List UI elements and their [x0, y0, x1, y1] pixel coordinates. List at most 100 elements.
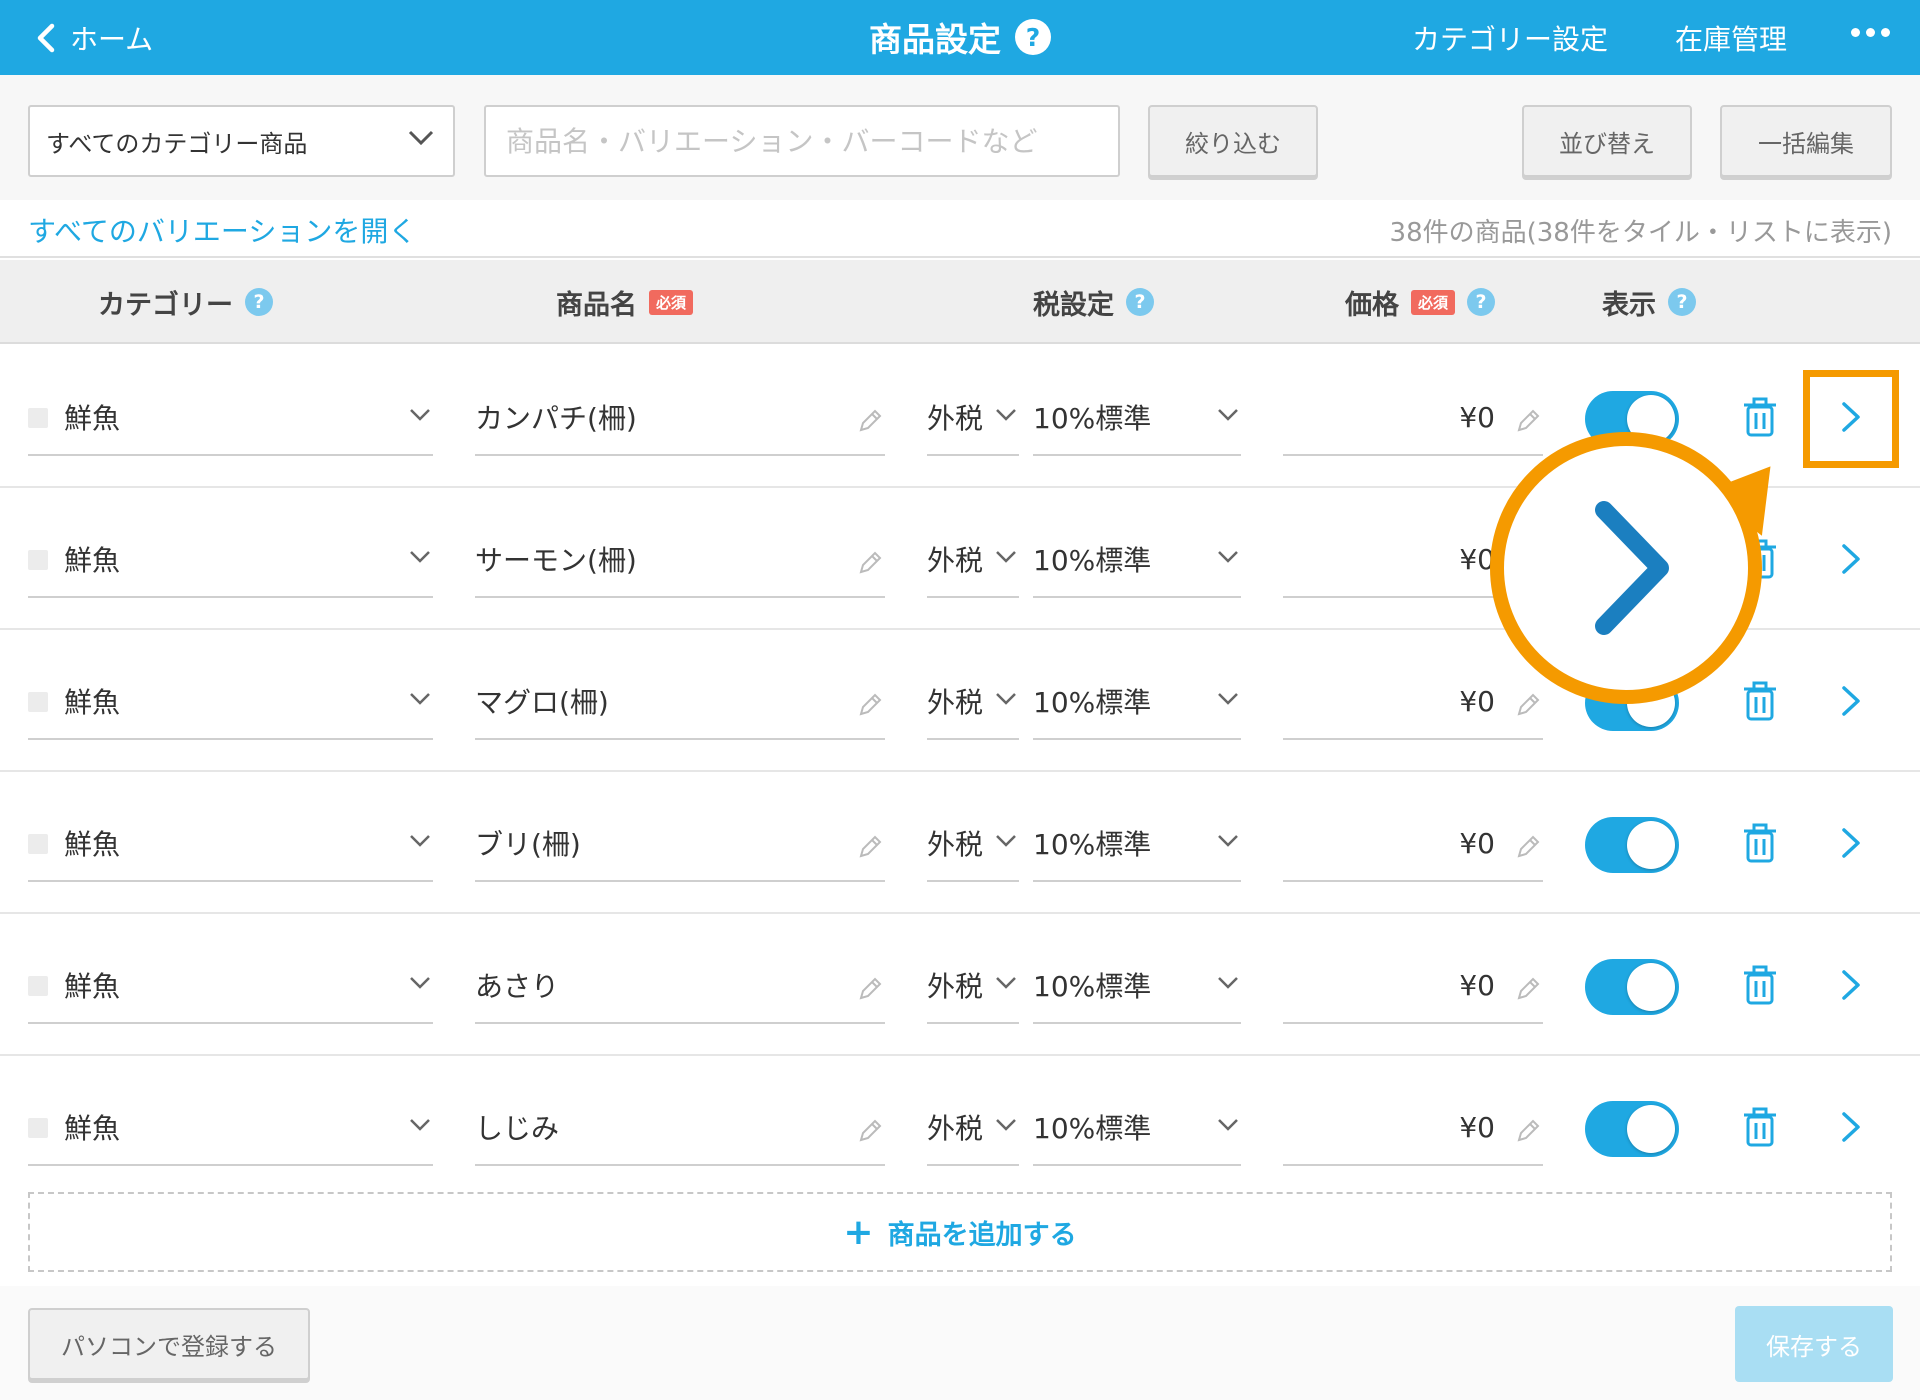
column-category: カテゴリー ? — [98, 260, 273, 344]
pencil-icon[interactable] — [1515, 1118, 1541, 1144]
tax-rate-dropdown[interactable]: 10%標準 — [1033, 1090, 1241, 1166]
category-dropdown[interactable]: 鮮魚 — [28, 380, 433, 456]
filter-button[interactable]: 絞り込む — [1148, 105, 1318, 177]
more-dots-icon[interactable] — [1851, 28, 1890, 37]
chevron-right-icon[interactable] — [1838, 400, 1864, 434]
price-field[interactable]: ¥0 — [1283, 664, 1543, 740]
price-field[interactable]: ¥0 — [1283, 1090, 1543, 1166]
pencil-icon[interactable] — [857, 408, 883, 434]
pencil-icon[interactable] — [1515, 550, 1541, 576]
search-input[interactable] — [484, 105, 1120, 177]
trash-icon[interactable] — [1743, 681, 1777, 721]
display-toggle[interactable] — [1585, 675, 1679, 731]
tax-rate-value: 10%標準 — [1033, 402, 1152, 435]
help-icon[interactable]: ? — [1668, 288, 1696, 316]
pencil-icon[interactable] — [1515, 976, 1541, 1002]
price-value: ¥0 — [1459, 826, 1495, 860]
display-toggle[interactable] — [1585, 817, 1679, 873]
toggle-knob — [1627, 537, 1675, 585]
display-toggle[interactable] — [1585, 533, 1679, 589]
pencil-icon[interactable] — [857, 976, 883, 1002]
tax-rate-dropdown[interactable]: 10%標準 — [1033, 380, 1241, 456]
category-dropdown[interactable]: 鮮魚 — [28, 948, 433, 1024]
chevron-down-icon — [408, 130, 434, 146]
chevron-down-icon — [996, 977, 1016, 989]
pencil-icon[interactable] — [1515, 834, 1541, 860]
chevron-down-icon — [996, 551, 1016, 563]
price-field[interactable]: ¥0 — [1283, 522, 1543, 598]
add-product-button[interactable]: + 商品を追加する — [28, 1192, 1892, 1272]
required-badge: 必須 — [1411, 289, 1456, 315]
save-button[interactable]: 保存する — [1735, 1306, 1893, 1382]
open-all-variations-link[interactable]: すべてのバリエーションを開く — [28, 210, 416, 250]
display-toggle[interactable] — [1585, 391, 1679, 447]
pencil-icon[interactable] — [857, 550, 883, 576]
display-toggle[interactable] — [1585, 959, 1679, 1015]
column-display: 表示 ? — [1602, 260, 1696, 344]
pencil-icon[interactable] — [857, 1118, 883, 1144]
tax-type-dropdown[interactable]: 外税 — [927, 380, 1019, 456]
column-tax: 税設定 ? — [1033, 260, 1154, 344]
help-icon[interactable]: ? — [1467, 288, 1496, 316]
product-name-field[interactable]: サーモン(柵) — [475, 522, 885, 598]
chevron-down-icon — [410, 1119, 430, 1131]
trash-icon[interactable] — [1743, 965, 1777, 1005]
pencil-icon[interactable] — [1515, 408, 1541, 434]
tax-rate-dropdown[interactable]: 10%標準 — [1033, 664, 1241, 740]
trash-icon[interactable] — [1743, 823, 1777, 863]
toggle-knob — [1627, 679, 1675, 727]
pencil-icon[interactable] — [857, 834, 883, 860]
trash-icon[interactable] — [1743, 539, 1777, 579]
price-field[interactable]: ¥0 — [1283, 806, 1543, 882]
sort-button[interactable]: 並び替え — [1522, 105, 1692, 177]
tax-type-dropdown[interactable]: 外税 — [927, 664, 1019, 740]
tax-rate-dropdown[interactable]: 10%標準 — [1033, 806, 1241, 882]
tax-rate-dropdown[interactable]: 10%標準 — [1033, 948, 1241, 1024]
chevron-right-icon[interactable] — [1838, 542, 1864, 576]
price-field[interactable]: ¥0 — [1283, 948, 1543, 1024]
pc-register-button[interactable]: パソコンで登録する — [28, 1308, 310, 1380]
chevron-right-icon[interactable] — [1838, 968, 1864, 1002]
chevron-down-icon — [996, 835, 1016, 847]
chevron-left-icon — [37, 23, 55, 53]
product-name-field[interactable]: ブリ(柵) — [475, 806, 885, 882]
pencil-icon[interactable] — [857, 692, 883, 718]
display-toggle[interactable] — [1585, 1101, 1679, 1157]
nav-category-settings[interactable]: カテゴリー設定 — [1412, 14, 1608, 62]
category-dropdown[interactable]: 鮮魚 — [28, 806, 433, 882]
tax-type-dropdown[interactable]: 外税 — [927, 522, 1019, 598]
chevron-right-icon[interactable] — [1838, 1110, 1864, 1144]
tax-type-dropdown[interactable]: 外税 — [927, 1090, 1019, 1166]
category-select[interactable]: すべてのカテゴリー商品 — [28, 105, 455, 177]
trash-icon[interactable] — [1743, 1107, 1777, 1147]
column-display-label: 表示 — [1602, 289, 1656, 321]
product-name-field[interactable]: マグロ(柵) — [475, 664, 885, 740]
column-category-label: カテゴリー — [98, 289, 233, 321]
app-header: ホーム 商品設定 ? カテゴリー設定 在庫管理 — [0, 0, 1920, 75]
help-icon[interactable]: ? — [1126, 288, 1154, 316]
tax-type-value: 外税 — [927, 828, 984, 861]
trash-icon[interactable] — [1743, 397, 1777, 437]
product-name-field[interactable]: しじみ — [475, 1090, 885, 1166]
category-value: 鮮魚 — [64, 1112, 121, 1145]
bulk-edit-button[interactable]: 一括編集 — [1720, 105, 1892, 177]
category-dropdown[interactable]: 鮮魚 — [28, 1090, 433, 1166]
help-icon[interactable]: ? — [245, 288, 273, 316]
tax-type-value: 外税 — [927, 1112, 984, 1145]
chevron-right-icon[interactable] — [1838, 826, 1864, 860]
toolbar: すべてのカテゴリー商品 絞り込む 並び替え 一括編集 — [0, 75, 1920, 200]
product-name-field[interactable]: カンパチ(柵) — [475, 380, 885, 456]
category-dropdown[interactable]: 鮮魚 — [28, 522, 433, 598]
back-button[interactable]: ホーム — [36, 14, 153, 62]
product-name-field[interactable]: あさり — [475, 948, 885, 1024]
help-icon[interactable]: ? — [1015, 19, 1051, 55]
pencil-icon[interactable] — [1515, 692, 1541, 718]
tax-type-dropdown[interactable]: 外税 — [927, 948, 1019, 1024]
chevron-right-icon[interactable] — [1838, 684, 1864, 718]
chevron-down-icon — [410, 409, 430, 421]
category-dropdown[interactable]: 鮮魚 — [28, 664, 433, 740]
tax-type-dropdown[interactable]: 外税 — [927, 806, 1019, 882]
nav-inventory[interactable]: 在庫管理 — [1675, 14, 1787, 62]
price-field[interactable]: ¥0 — [1283, 380, 1543, 456]
tax-rate-dropdown[interactable]: 10%標準 — [1033, 522, 1241, 598]
